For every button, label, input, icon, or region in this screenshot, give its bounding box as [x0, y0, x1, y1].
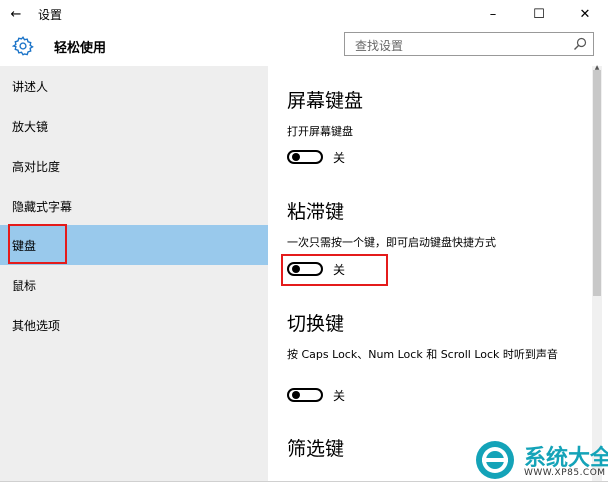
sidebar-item-label: 放大镜 — [12, 119, 49, 134]
section-description: 打开屏幕键盘 — [287, 125, 353, 138]
section-title: 筛选键 — [287, 438, 345, 460]
gear-icon — [12, 36, 34, 56]
settings-content: 屏幕键盘 打开屏幕键盘 关 粘滞键 一次只需按一个键，即可启动键盘快捷方式 关 … — [268, 66, 592, 481]
section-description: 按 Caps Lock、Num Lock 和 Scroll Lock 时听到声音 — [287, 348, 558, 361]
search-icon[interactable] — [573, 37, 587, 51]
sidebar-item-label: 讲述人 — [12, 79, 49, 94]
search-placeholder: 查找设置 — [355, 39, 404, 53]
bottom-border — [0, 481, 608, 485]
page-title: 轻松使用 — [54, 41, 107, 56]
title-bar: ← 设置 – ☐ ✕ — [0, 0, 608, 28]
highlight-box — [281, 254, 388, 286]
sidebar-item-label: 隐藏式字幕 — [12, 199, 73, 214]
sidebar-item-label: 鼠标 — [12, 278, 37, 293]
section-title: 屏幕键盘 — [287, 90, 364, 112]
toggle-switch[interactable] — [287, 388, 323, 402]
close-button[interactable]: ✕ — [562, 0, 608, 28]
toggle-knob — [292, 391, 300, 399]
sidebar-item-closed-captions[interactable]: 隐藏式字幕 — [0, 186, 268, 226]
watermark-url: WWW.XP85.COM — [524, 468, 606, 478]
highlight-box — [8, 224, 67, 264]
sidebar-item-other-options[interactable]: 其他选项 — [0, 305, 268, 345]
page-header: 轻松使用 查找设置 — [0, 28, 608, 64]
sidebar-item-mouse[interactable]: 鼠标 — [0, 265, 268, 305]
sidebar: 讲述人 放大镜 高对比度 隐藏式字幕 键盘 鼠标 其他选项 — [0, 66, 268, 481]
window-title: 设置 — [38, 7, 63, 22]
toggle-knob — [292, 153, 300, 161]
sidebar-item-high-contrast[interactable]: 高对比度 — [0, 146, 268, 186]
watermark-logo: 系统大全 WWW.XP85.COM — [472, 438, 608, 482]
maximize-button[interactable]: ☐ — [516, 0, 562, 28]
window-controls: – ☐ ✕ — [470, 0, 608, 28]
site-logo-icon — [476, 441, 514, 479]
toggle-state-label: 关 — [333, 389, 346, 403]
section-description: 一次只需按一个键，即可启动键盘快捷方式 — [287, 236, 496, 249]
scrollbar[interactable]: ▲ — [592, 64, 602, 481]
minimize-button[interactable]: – — [470, 0, 516, 28]
toggle-switch[interactable] — [287, 150, 323, 164]
section-title: 粘滞键 — [287, 201, 345, 223]
back-button[interactable]: ← — [0, 0, 32, 28]
back-arrow-icon: ← — [10, 6, 22, 22]
section-title: 切换键 — [287, 313, 345, 335]
sidebar-item-label: 高对比度 — [12, 159, 61, 174]
sidebar-item-narrator[interactable]: 讲述人 — [0, 66, 268, 106]
sidebar-item-label: 其他选项 — [12, 318, 61, 333]
scroll-thumb[interactable] — [593, 70, 601, 296]
toggle-state-label: 关 — [333, 151, 346, 165]
search-input[interactable]: 查找设置 — [344, 32, 594, 56]
sidebar-item-magnifier[interactable]: 放大镜 — [0, 106, 268, 146]
